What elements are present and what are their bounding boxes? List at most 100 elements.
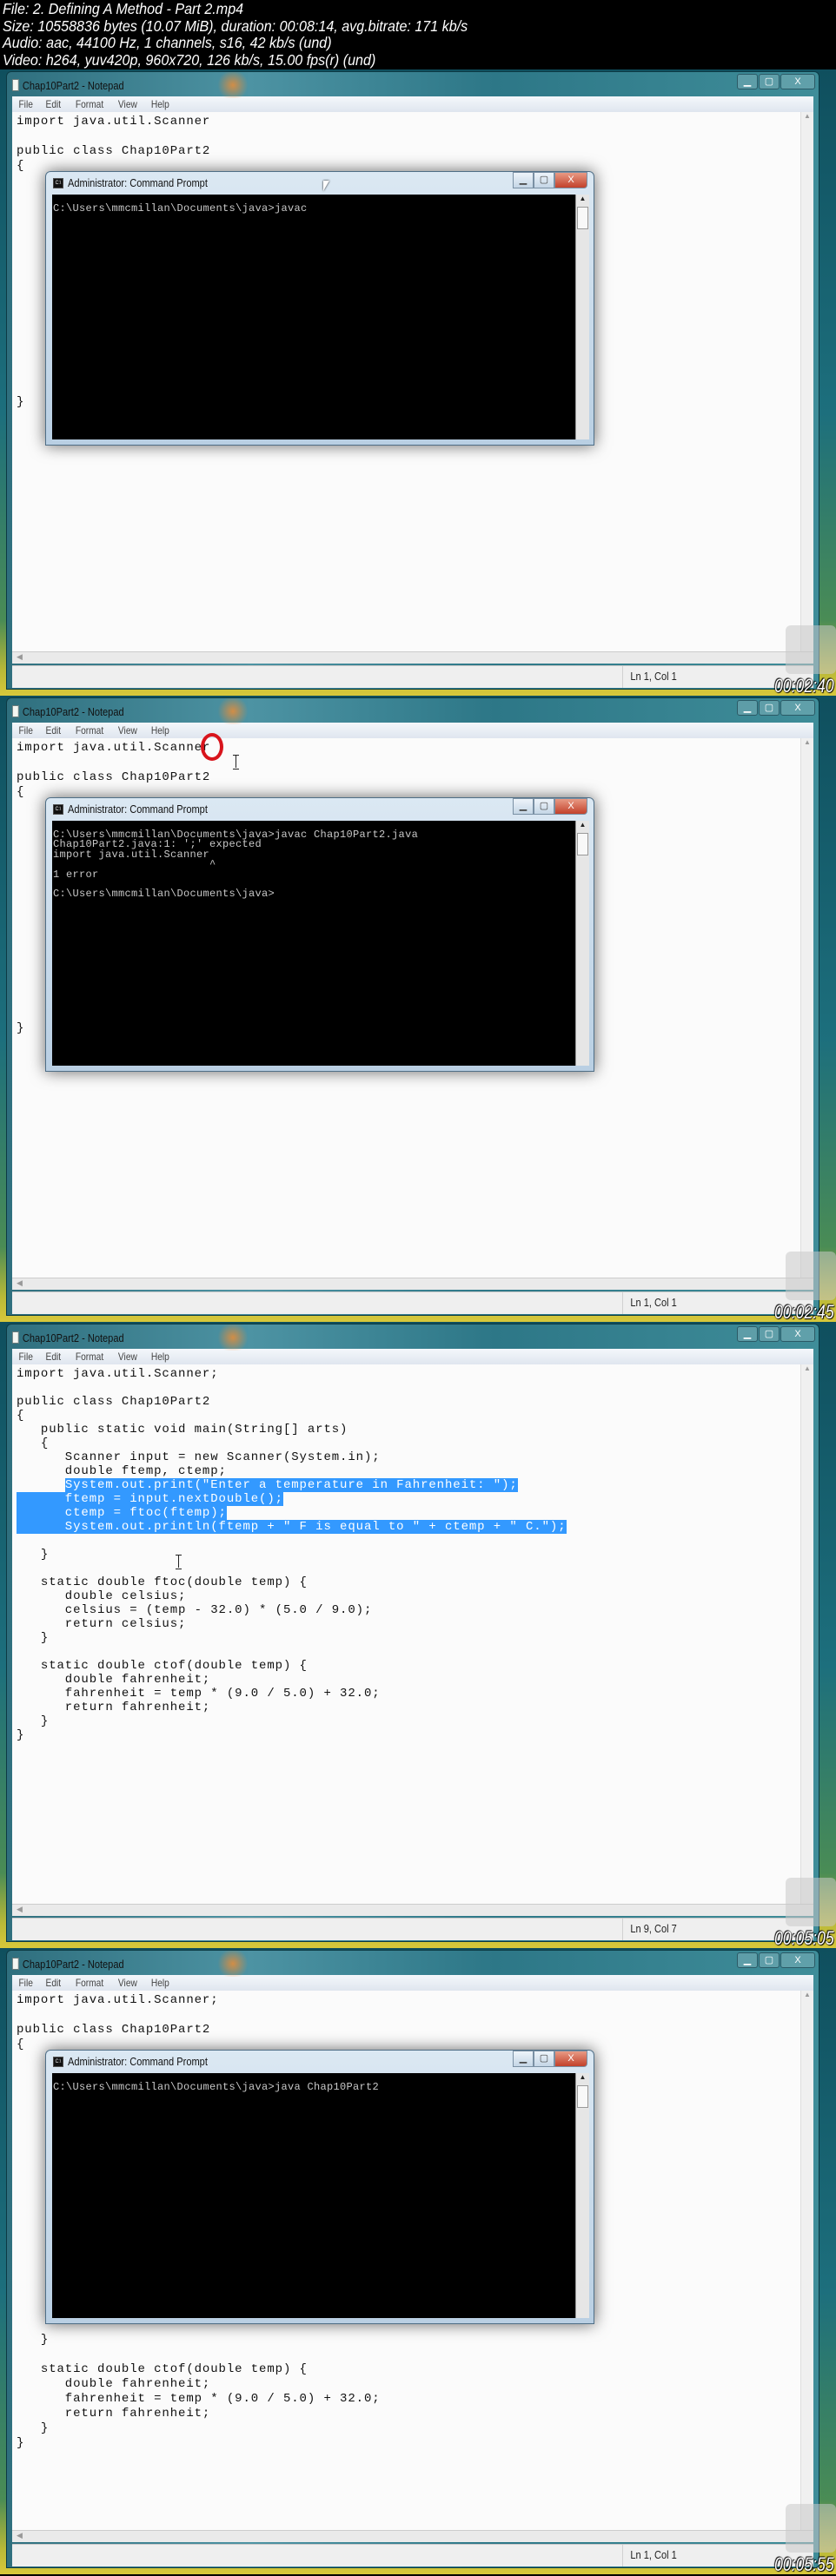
menu-edit[interactable]: Edit — [46, 724, 62, 736]
vertical-scrollbar[interactable]: ▲ — [800, 112, 813, 651]
menu-view[interactable]: View — [118, 1977, 137, 1989]
cmd-minimize-button[interactable]: ▁ — [513, 2051, 534, 2067]
notepad-title-bar[interactable]: Chap10Part2 - Notepad — [12, 702, 124, 721]
maximize-button[interactable]: ▢ — [759, 700, 780, 716]
window-controls: ▁ ▢ X — [737, 74, 815, 89]
cmd-title: Administrator: Command Prompt — [68, 803, 208, 816]
maximize-button[interactable]: ▢ — [759, 1326, 780, 1342]
horizontal-scrollbar[interactable]: ◀ — [12, 1278, 813, 1290]
video-frame: Chap10Part2 - Notepad ▁ ▢ X File Edit Format Vi… — [0, 69, 836, 696]
menu-format[interactable]: Format — [76, 724, 103, 736]
close-button[interactable]: X — [780, 700, 815, 716]
menu-help[interactable]: Help — [151, 1977, 169, 1989]
code-content: import java.util.Scanner; public class Ch… — [17, 1367, 567, 1742]
cmd-scroll-thumb[interactable] — [577, 207, 588, 229]
vertical-scrollbar[interactable]: ▲ — [800, 738, 813, 1278]
notepad-icon — [12, 1331, 19, 1344]
video-player-overlay-icon — [786, 1252, 836, 1300]
horizontal-scrollbar[interactable]: ◀ — [12, 1904, 813, 1916]
menu-file[interactable]: File — [18, 98, 32, 110]
cmd-maximize-button[interactable]: ▢ — [534, 172, 554, 188]
cmd-minimize-button[interactable]: ▁ — [513, 798, 534, 815]
close-button[interactable]: X — [780, 1952, 815, 1968]
code-line: fahrenheit = temp * (9.0 / 5.0) + 32.0; — [17, 2392, 381, 2406]
menu-file[interactable]: File — [18, 1977, 32, 1989]
menu-edit[interactable]: Edit — [46, 1977, 62, 1989]
console-output[interactable]: C:\Users\mmcmillan\Documents\java>javac — [52, 195, 575, 439]
cmd-title: Administrator: Command Prompt — [68, 176, 208, 189]
code-line: import java.util.Scanner — [17, 115, 211, 129]
close-button[interactable]: X — [780, 1326, 815, 1342]
menu-edit[interactable]: Edit — [46, 1351, 62, 1363]
notepad-title-bar[interactable]: Chap10Part2 - Notepad — [12, 76, 124, 95]
console-output[interactable]: C:\Users\mmcmillan\Documents\java>javac … — [52, 821, 575, 1066]
notepad-title-bar[interactable]: Chap10Part2 - Notepad — [12, 1328, 124, 1347]
text-cursor-icon — [176, 1555, 182, 1569]
code-line: ftemp = input.nextDouble(); — [17, 1492, 567, 1506]
code-line: } — [17, 2436, 25, 2450]
code-line: } — [17, 1548, 50, 1562]
cmd-title-bar[interactable]: C:\ Administrator: Command Prompt — [53, 803, 208, 816]
cmd-title-bar[interactable]: C:\ Administrator: Command Prompt — [53, 176, 208, 189]
video-info: Video: h264, yuv420p, 960x720, 126 kb/s,… — [3, 50, 376, 69]
window-title: Chap10Part2 - Notepad — [22, 1331, 124, 1344]
window-controls: ▁ ▢ X — [737, 1952, 815, 1968]
close-button[interactable]: X — [780, 74, 815, 89]
maximize-button[interactable]: ▢ — [759, 1952, 780, 1968]
menu-file[interactable]: File — [18, 1351, 32, 1363]
menu-format[interactable]: Format — [76, 98, 103, 110]
cmd-title-bar[interactable]: C:\ Administrator: Command Prompt — [53, 2055, 208, 2068]
menu-help[interactable]: Help — [151, 1351, 169, 1363]
status-bar: Ln 1, Col 1 — [12, 1291, 813, 1314]
console-lines: C:\Users\mmcmillan\Documents\java>javac … — [53, 829, 418, 900]
minimize-button[interactable]: ▁ — [737, 700, 758, 716]
cmd-icon: C:\ — [53, 803, 63, 815]
menu-view[interactable]: View — [118, 1351, 137, 1363]
minimize-button[interactable]: ▁ — [737, 1326, 758, 1342]
editor-text-area[interactable]: import java.util.Scanner; public class Ch… — [12, 1364, 813, 1904]
cmd-maximize-button[interactable]: ▢ — [534, 2051, 554, 2067]
minimize-button[interactable]: ▁ — [737, 1952, 758, 1968]
maximize-button[interactable]: ▢ — [759, 74, 780, 89]
timecode: 00:05:55 — [774, 2553, 834, 2574]
menu-format[interactable]: Format — [76, 1977, 103, 1989]
notepad-icon — [12, 79, 19, 91]
cmd-scrollbar[interactable]: ▲ — [575, 2073, 589, 2318]
cmd-scrollbar[interactable]: ▲ — [575, 195, 589, 439]
menu-help[interactable]: Help — [151, 724, 169, 736]
cmd-close-button[interactable]: X — [554, 798, 587, 815]
timecode: 00:02:45 — [774, 1301, 834, 1322]
selected-text: System.out.println(ftemp + " F is equal … — [17, 1520, 567, 1534]
cmd-close-button[interactable]: X — [554, 2051, 587, 2067]
menu-view[interactable]: View — [118, 724, 137, 736]
cmd-scrollbar[interactable]: ▲ — [575, 821, 589, 1066]
window-title: Chap10Part2 - Notepad — [22, 78, 124, 92]
menu-help[interactable]: Help — [151, 98, 169, 110]
menu-file[interactable]: File — [18, 724, 32, 736]
cmd-window-controls: ▁ ▢ X — [513, 2051, 587, 2067]
vertical-scrollbar[interactable]: ▲ — [800, 1364, 813, 1904]
notepad-title-bar[interactable]: Chap10Part2 - Notepad — [12, 1954, 124, 1973]
menu-view[interactable]: View — [118, 98, 137, 110]
cmd-scroll-thumb[interactable] — [577, 833, 588, 855]
code-line: static double ctof(double temp) { — [17, 1659, 308, 1673]
horizontal-scrollbar[interactable]: ◀ — [12, 651, 813, 664]
menu-format[interactable]: Format — [76, 1351, 103, 1363]
minimize-button[interactable]: ▁ — [737, 74, 758, 89]
code-line: ctemp = ftoc(ftemp); — [17, 1506, 567, 1520]
horizontal-scrollbar[interactable]: ◀ — [12, 2530, 813, 2542]
menu-edit[interactable]: Edit — [46, 98, 62, 110]
cmd-minimize-button[interactable]: ▁ — [513, 172, 534, 188]
vertical-scrollbar[interactable]: ▲ — [800, 1991, 813, 2530]
cursor-position: Ln 1, Col 1 — [622, 1292, 677, 1314]
console-output[interactable]: C:\Users\mmcmillan\Documents\java>java C… — [52, 2073, 575, 2318]
cmd-close-button[interactable]: X — [554, 172, 587, 188]
cmd-scroll-thumb[interactable] — [577, 2085, 588, 2108]
code-line: import java.util.Scanner; — [17, 1367, 219, 1381]
cmd-maximize-button[interactable]: ▢ — [534, 798, 554, 815]
video-info-header: File: 2. Defining A Method - Part 2.mp4 … — [3, 0, 468, 69]
code-line: System.out.println(ftemp + " F is equal … — [17, 1520, 567, 1534]
